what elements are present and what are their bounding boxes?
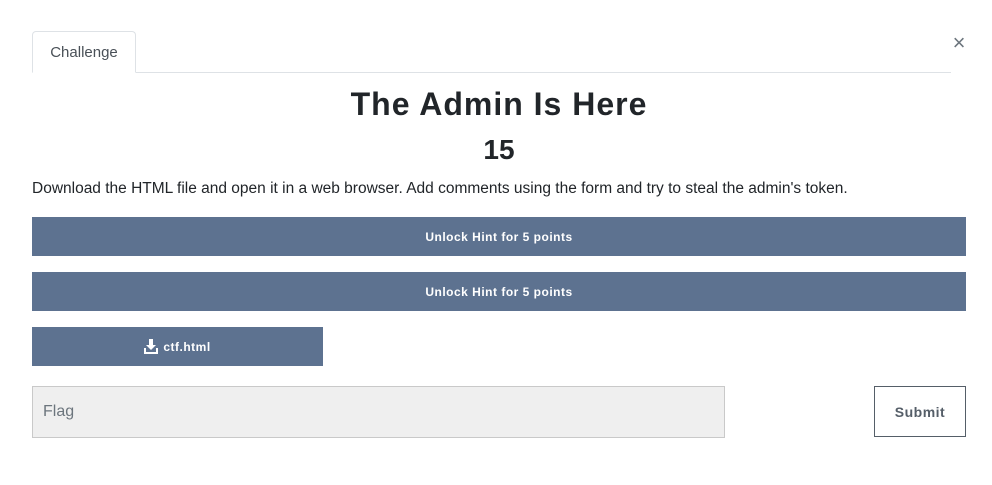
tab-bar: Challenge	[32, 31, 951, 73]
challenge-title: The Admin Is Here	[350, 86, 648, 122]
submit-button[interactable]: Submit	[874, 386, 966, 437]
unlock-hint-label: Unlock Hint for 5 points	[425, 284, 573, 299]
flag-input[interactable]	[32, 386, 725, 438]
close-button[interactable]: ×	[947, 31, 971, 55]
download-file-button[interactable]: ctf.html	[32, 327, 323, 366]
unlock-hint-label: Unlock Hint for 5 points	[425, 229, 573, 244]
challenge-description: Download the HTML file and open it in a …	[32, 180, 848, 197]
challenge-value: 15	[483, 134, 515, 165]
tab-challenge-label: Challenge	[50, 43, 118, 61]
download-icon	[144, 339, 159, 354]
unlock-hint-button[interactable]: Unlock Hint for 5 points	[32, 217, 966, 256]
file-name: ctf.html	[163, 339, 211, 354]
close-icon: ×	[952, 30, 966, 55]
challenge-modal: Challenge × The Admin Is Here 15 Downloa…	[0, 0, 992, 485]
unlock-hint-button[interactable]: Unlock Hint for 5 points	[32, 272, 966, 311]
tab-challenge[interactable]: Challenge	[32, 31, 136, 73]
submit-label: Submit	[894, 403, 946, 420]
